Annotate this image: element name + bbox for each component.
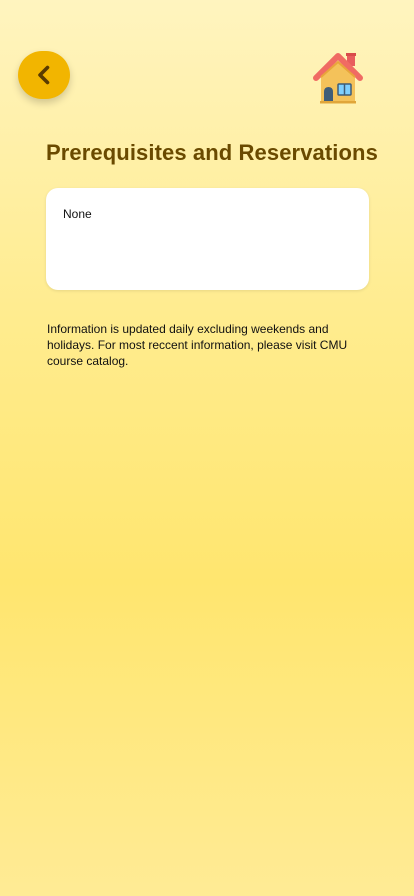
prerequisites-value: None (63, 207, 92, 221)
chevron-left-icon (33, 64, 55, 86)
info-text: Information is updated daily excluding w… (47, 322, 348, 368)
back-button[interactable] (18, 51, 70, 99)
page-title: Prerequisites and Reservations (46, 140, 378, 165)
house-icon (310, 48, 366, 106)
prerequisites-card: None (46, 188, 369, 290)
home-button[interactable] (310, 48, 366, 106)
top-bar (0, 0, 414, 120)
